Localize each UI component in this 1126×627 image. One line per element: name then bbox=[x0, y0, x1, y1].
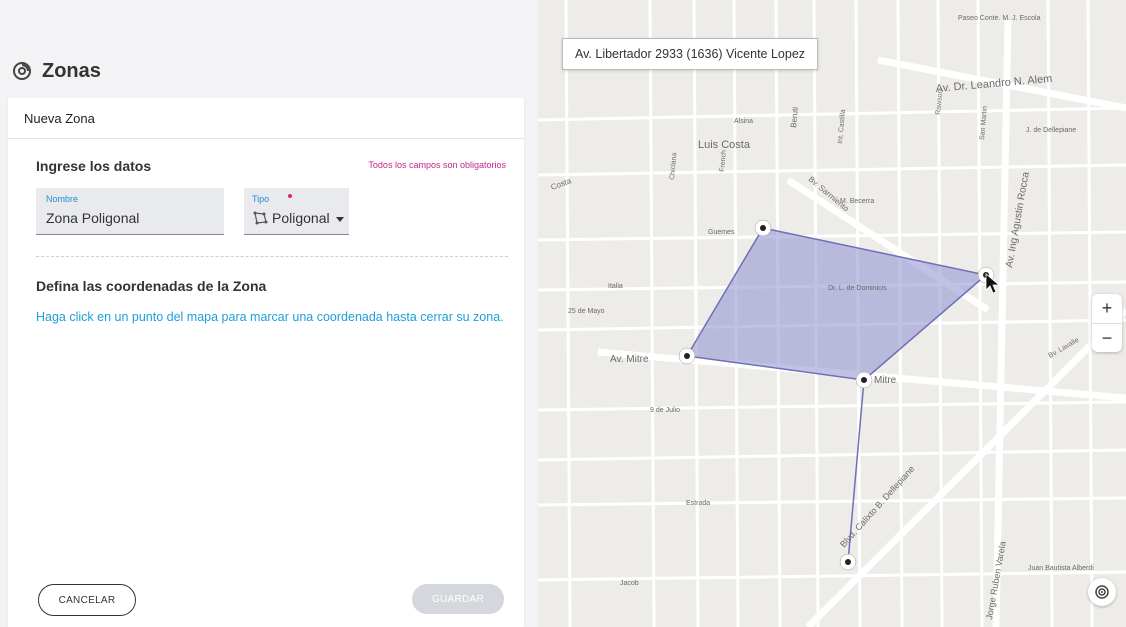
street-av-mitre: Av. Mitre bbox=[610, 354, 649, 365]
vertex-dot bbox=[861, 377, 867, 383]
street-jacob: Jacob bbox=[620, 580, 639, 587]
polygon-icon bbox=[253, 211, 268, 225]
map-view[interactable]: Av. Dr. Leandro N. Alem Luis Costa Gueme… bbox=[538, 0, 1126, 627]
instructions-text: Haga click en un punto del mapa para mar… bbox=[36, 310, 504, 324]
chevron-down-icon bbox=[335, 216, 344, 222]
street-mitre: Mitre bbox=[874, 375, 897, 386]
nombre-label: Nombre bbox=[46, 194, 79, 204]
zoom-controls: + − bbox=[1092, 294, 1122, 352]
street-j-dellepiane: J. de Dellepiane bbox=[1026, 127, 1076, 134]
tipo-select[interactable]: Tipo Poligonal bbox=[244, 188, 349, 235]
street-9-julio: 9 de Julio bbox=[650, 407, 680, 414]
street-estrada: Estrada bbox=[686, 500, 710, 507]
divider bbox=[36, 256, 508, 257]
street-alberdi: Juan Bautista Alberdi bbox=[1028, 565, 1094, 572]
card-title: Nueva Zona bbox=[8, 98, 524, 139]
street-escola: Paseo Conte. M. J. Escola bbox=[958, 15, 1041, 22]
vertex-dot bbox=[760, 225, 766, 231]
zoom-in-button[interactable]: + bbox=[1092, 294, 1122, 323]
target-icon bbox=[1095, 585, 1109, 599]
street-alsina: Alsina bbox=[734, 118, 753, 125]
street-italia: Italia bbox=[608, 283, 623, 290]
required-dot bbox=[288, 194, 292, 198]
zonas-logo-icon bbox=[13, 62, 31, 80]
nombre-input[interactable]: Zona Poligonal bbox=[46, 210, 139, 226]
left-panel: Zonas Nueva Zona Ingrese los datos Todos… bbox=[0, 0, 538, 627]
address-display: Av. Libertador 2933 (1636) Vicente Lopez bbox=[562, 38, 819, 70]
nombre-field[interactable]: Nombre Zona Poligonal bbox=[36, 188, 224, 235]
datos-section: Ingrese los datos Todos los campos son o… bbox=[36, 158, 508, 235]
vertex-dot bbox=[684, 353, 690, 359]
street-25-mayo: 25 de Mayo bbox=[568, 308, 605, 315]
map-canvas[interactable]: Av. Dr. Leandro N. Alem Luis Costa Gueme… bbox=[538, 0, 1126, 627]
zoom-out-button[interactable]: − bbox=[1092, 323, 1122, 353]
locate-button[interactable] bbox=[1088, 578, 1116, 606]
street-dominicis: Dr. L. de Dominicis bbox=[828, 285, 887, 292]
page-header: Zonas bbox=[12, 56, 101, 86]
tipo-value-text: Poligonal bbox=[272, 210, 330, 226]
cancel-button[interactable]: CANCELAR bbox=[38, 584, 136, 616]
required-note: Todos los campos son obligatorios bbox=[368, 160, 506, 170]
page-title: Zonas bbox=[42, 59, 101, 82]
tipo-label: Tipo bbox=[252, 194, 270, 204]
street-beruti: Beruti bbox=[789, 106, 800, 128]
street-luis-costa: Luis Costa bbox=[698, 139, 751, 151]
street-guemes: Guemes bbox=[708, 229, 735, 236]
vertex-dot bbox=[845, 559, 851, 565]
nueva-zona-card: Nueva Zona Ingrese los datos Todos los c… bbox=[8, 98, 524, 627]
coords-title: Defina las coordenadas de la Zona bbox=[36, 278, 267, 294]
save-button[interactable]: GUARDAR bbox=[412, 584, 504, 614]
tipo-value[interactable]: Poligonal bbox=[252, 210, 344, 226]
